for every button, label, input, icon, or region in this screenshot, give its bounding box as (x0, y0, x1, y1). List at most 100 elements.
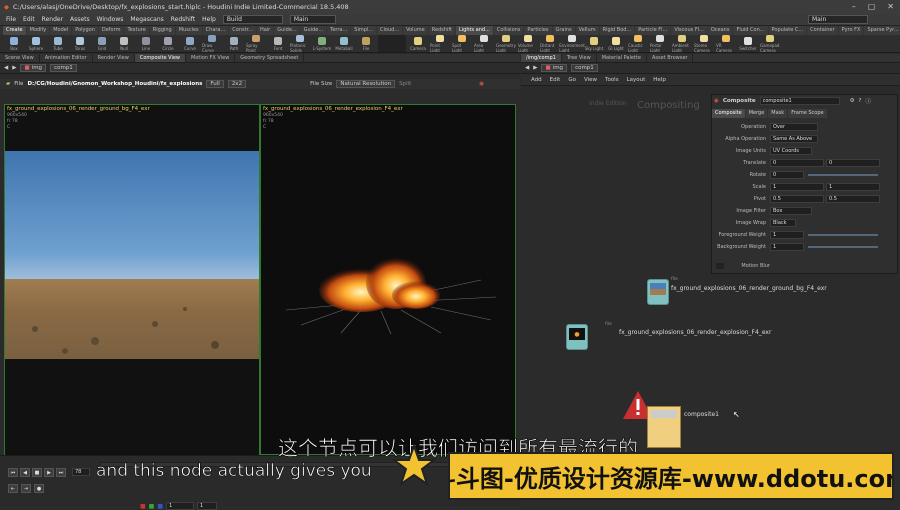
background-weight-field[interactable]: 1 (770, 242, 804, 251)
pane-tab[interactable]: Scene View (0, 54, 40, 62)
pivot-x-field[interactable]: 0.5 (770, 194, 824, 203)
foreground-weight-field[interactable]: 1 (770, 230, 804, 239)
step-field[interactable]: 1 (197, 502, 218, 510)
net-menu-help[interactable]: Help (653, 77, 666, 83)
shelf-tool[interactable]: Ambient Light (672, 35, 692, 52)
net-menu-edit[interactable]: Edit (550, 77, 561, 83)
image-units-dropdown[interactable]: UV Coords (770, 146, 812, 155)
pane-tab[interactable]: Asset Browser (647, 54, 694, 62)
shelf-tool[interactable]: Circle (158, 35, 178, 52)
shelf-tab[interactable]: Viscous Fl... (671, 26, 707, 35)
shelf-tool[interactable]: Gamepad Camera (760, 35, 780, 52)
channel-red-icon[interactable]: ■ (140, 503, 146, 510)
image-wrap-dropdown[interactable]: Black (770, 218, 796, 227)
shelf-tab[interactable]: Oceans (707, 26, 733, 35)
shelf-tab[interactable]: Guide... (274, 26, 300, 35)
shelf-tab[interactable]: Deform (98, 26, 124, 35)
context-chip[interactable]: ■ img (20, 64, 47, 72)
jump-start-button[interactable]: ⏮ (8, 468, 18, 477)
shelf-tool[interactable]: Draw Curve (202, 35, 222, 52)
shelf-tab[interactable]: Particle Fl... (635, 26, 671, 35)
fg-weight-slider[interactable] (808, 233, 878, 236)
range-start-button[interactable]: ⇤ (8, 484, 18, 493)
shelf-tool[interactable]: VR Camera (716, 35, 736, 52)
info-icon[interactable]: ⓘ (865, 97, 871, 105)
shelf-tab[interactable]: Terra... (327, 26, 351, 35)
range-end-button[interactable]: ⇥ (21, 484, 31, 493)
desktop-dropdown[interactable]: Build (222, 15, 283, 24)
translate-x-field[interactable]: 0 (770, 158, 824, 167)
shelf-tab[interactable]: Pyro FX (838, 26, 864, 35)
motion-blur-checkbox[interactable] (716, 262, 724, 269)
shelf-tool[interactable]: Null (114, 35, 134, 52)
tab-mask[interactable]: Mask (768, 109, 788, 118)
node-ground-bg[interactable] (647, 279, 669, 305)
node-chip[interactable]: comp1 (50, 64, 77, 72)
shelf-tool[interactable]: Grid (92, 35, 112, 52)
net-menu-layout[interactable]: Layout (627, 77, 646, 83)
shelf-tool[interactable]: Path (224, 35, 244, 52)
split-label[interactable]: Split (399, 81, 411, 87)
fit-dropdown[interactable]: Full (206, 80, 224, 88)
shelf-tool[interactable]: Portal Light (650, 35, 670, 52)
shelf-tab[interactable]: Model (50, 26, 72, 35)
back-arrow-icon[interactable]: ◀ (4, 65, 8, 71)
shelf-tab[interactable]: Container (807, 26, 838, 35)
net-menu-add[interactable]: Add (531, 77, 542, 83)
close-icon[interactable]: ✕ (887, 2, 894, 11)
right-shelf-dropdown[interactable]: Main (808, 15, 868, 24)
gear-icon[interactable]: ⚙ (850, 98, 855, 104)
menu-help[interactable]: Help (202, 16, 216, 23)
shelf-tab[interactable]: Populate C... (768, 26, 807, 35)
pane-tab[interactable]: Geometry Spreadsheet (235, 54, 305, 62)
operation-dropdown[interactable]: Over (770, 122, 818, 131)
translate-y-field[interactable]: 0 (826, 158, 880, 167)
context-chip[interactable]: ■ img (541, 64, 568, 72)
shelf-tab[interactable]: Volume (403, 26, 428, 35)
net-menu-view[interactable]: View (584, 77, 597, 83)
shelf-tool[interactable]: Distant Light (540, 35, 560, 52)
shelf-tab[interactable]: Rigging (149, 26, 175, 35)
node-chip[interactable]: comp1 (571, 64, 598, 72)
start-frame-field[interactable]: 1 (166, 502, 195, 510)
menu-assets[interactable]: Assets (70, 16, 90, 23)
viewer-left[interactable]: fx_ground_explosions_06_render_ground_bg… (4, 104, 260, 455)
shelf-tab[interactable]: Guide... (300, 26, 327, 35)
tab-composite[interactable]: Composite (712, 109, 745, 118)
shelf-tool[interactable]: Environment Light (559, 35, 585, 52)
shelf-tool[interactable]: GI Light (606, 35, 626, 52)
back-arrow-icon[interactable]: ◀ (525, 65, 529, 71)
shelf-tool[interactable]: Tube (48, 35, 68, 52)
forward-arrow-icon[interactable]: ▶ (12, 65, 16, 71)
shelf-tab[interactable]: Fluid Con... (733, 26, 768, 35)
shelf-tool[interactable]: Area Light (474, 35, 494, 52)
shelf-tool[interactable]: Spot Light (452, 35, 472, 52)
folder-icon[interactable]: ▰ (6, 81, 10, 87)
shelf-tab[interactable]: Vellum (575, 26, 599, 35)
pane-tab[interactable]: Animation Editor (40, 54, 93, 62)
pivot-y-field[interactable]: 0.5 (826, 194, 880, 203)
shelf-tool[interactable]: Torus (70, 35, 90, 52)
shelf-tool[interactable]: Volume Light (518, 35, 538, 52)
shelf-tab[interactable]: Constr... (229, 26, 256, 35)
pane-tab[interactable]: Tree View (562, 54, 597, 62)
menu-edit[interactable]: Edit (23, 16, 35, 23)
shelf-set-dropdown[interactable]: Main (289, 15, 336, 24)
shelf-tab[interactable]: Modify (26, 26, 50, 35)
shelf-tab[interactable]: Create (3, 26, 26, 35)
shelf-tab[interactable]: Grains (552, 26, 575, 35)
pane-tab[interactable]: Motion FX View (186, 54, 236, 62)
shelf-tool[interactable]: Geometry Light (496, 35, 516, 52)
shelf-tool[interactable]: Stereo Camera (694, 35, 714, 52)
shelf-tab[interactable]: Simpl... (351, 26, 377, 35)
node-explosion[interactable]: ● (566, 324, 588, 350)
shelf-tab[interactable]: Collisions (493, 26, 524, 35)
stop-button[interactable]: ■ (32, 468, 42, 477)
shelf-tool[interactable]: Curve (180, 35, 200, 52)
menu-file[interactable]: File (6, 16, 16, 23)
image-filter-dropdown[interactable]: Box (770, 206, 812, 215)
bg-weight-slider[interactable] (808, 245, 878, 248)
pane-tab[interactable]: Material Palette (597, 54, 647, 62)
viewer-file-menu[interactable]: File (14, 81, 23, 87)
shelf-tool[interactable]: Switcher (738, 35, 758, 52)
